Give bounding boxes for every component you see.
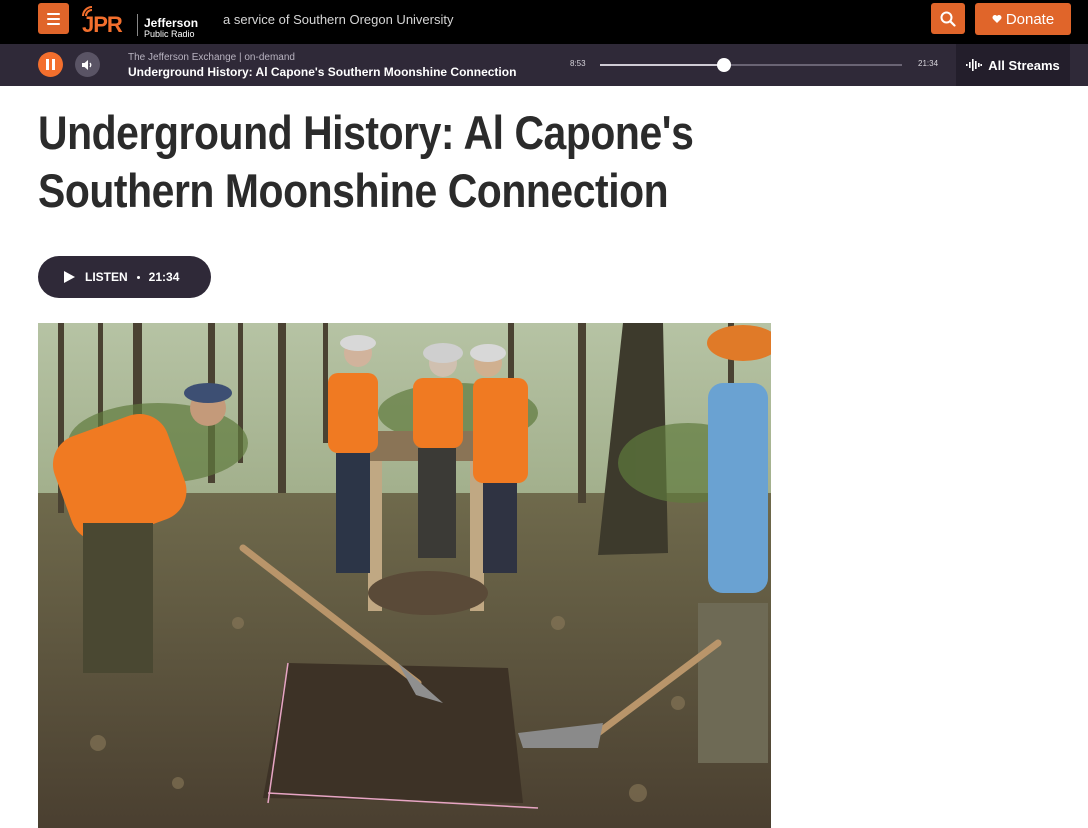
progress-fill: [600, 64, 724, 66]
all-streams-button[interactable]: All Streams: [956, 44, 1070, 86]
progress-handle[interactable]: [716, 58, 731, 72]
logo-divider: [137, 14, 138, 36]
headline-line-1: Underground History: Al Capone's: [38, 106, 694, 159]
audio-wave-icon: [966, 59, 983, 71]
article-photo: [38, 323, 771, 828]
logo-mark: JPR: [82, 12, 123, 37]
site-tagline: a service of Southern Oregon University: [223, 12, 454, 27]
volume-button[interactable]: [75, 52, 100, 77]
search-icon: [940, 11, 956, 27]
player-episode-title[interactable]: Underground History: Al Capone's Souther…: [128, 65, 516, 79]
donate-label: Donate: [1005, 10, 1055, 28]
excavation-photo: [38, 323, 771, 828]
pause-button[interactable]: [38, 52, 63, 77]
menu-button[interactable]: [38, 3, 69, 34]
heart-icon: [992, 15, 1002, 23]
listen-button[interactable]: LISTEN 21:34: [38, 256, 211, 298]
pause-icon-bar: [52, 59, 55, 70]
progress-slider[interactable]: [600, 58, 902, 72]
time-elapsed: 8:53: [570, 59, 586, 68]
listen-duration: 21:34: [148, 270, 180, 284]
logo-line1: Jefferson: [144, 16, 199, 30]
separator-dot: [136, 275, 140, 279]
top-header: JPR Jefferson Public Radio a service of …: [0, 0, 1088, 44]
volume-icon: [82, 59, 92, 70]
article-headline: Underground History: Al Capone's Souther…: [38, 104, 694, 220]
search-button[interactable]: [931, 3, 965, 34]
listen-label: LISTEN: [85, 270, 128, 284]
headline-line-2: Southern Moonshine Connection: [38, 164, 669, 217]
hamburger-icon-bar: [47, 22, 60, 25]
pause-icon: [46, 59, 49, 70]
logo-line2: Public Radio: [144, 29, 195, 39]
time-total: 21:34: [918, 59, 939, 68]
jpr-logo[interactable]: JPR Jefferson Public Radio: [82, 2, 204, 40]
hamburger-icon-bar: [47, 17, 60, 20]
all-streams-label: All Streams: [988, 57, 1060, 73]
donate-button[interactable]: Donate: [975, 3, 1071, 35]
audio-player-bar: The Jefferson Exchange | on-demand Under…: [0, 44, 1088, 86]
show-label: The Jefferson Exchange | on-demand: [128, 52, 295, 63]
hamburger-icon: [47, 12, 60, 15]
play-icon: [64, 271, 75, 283]
